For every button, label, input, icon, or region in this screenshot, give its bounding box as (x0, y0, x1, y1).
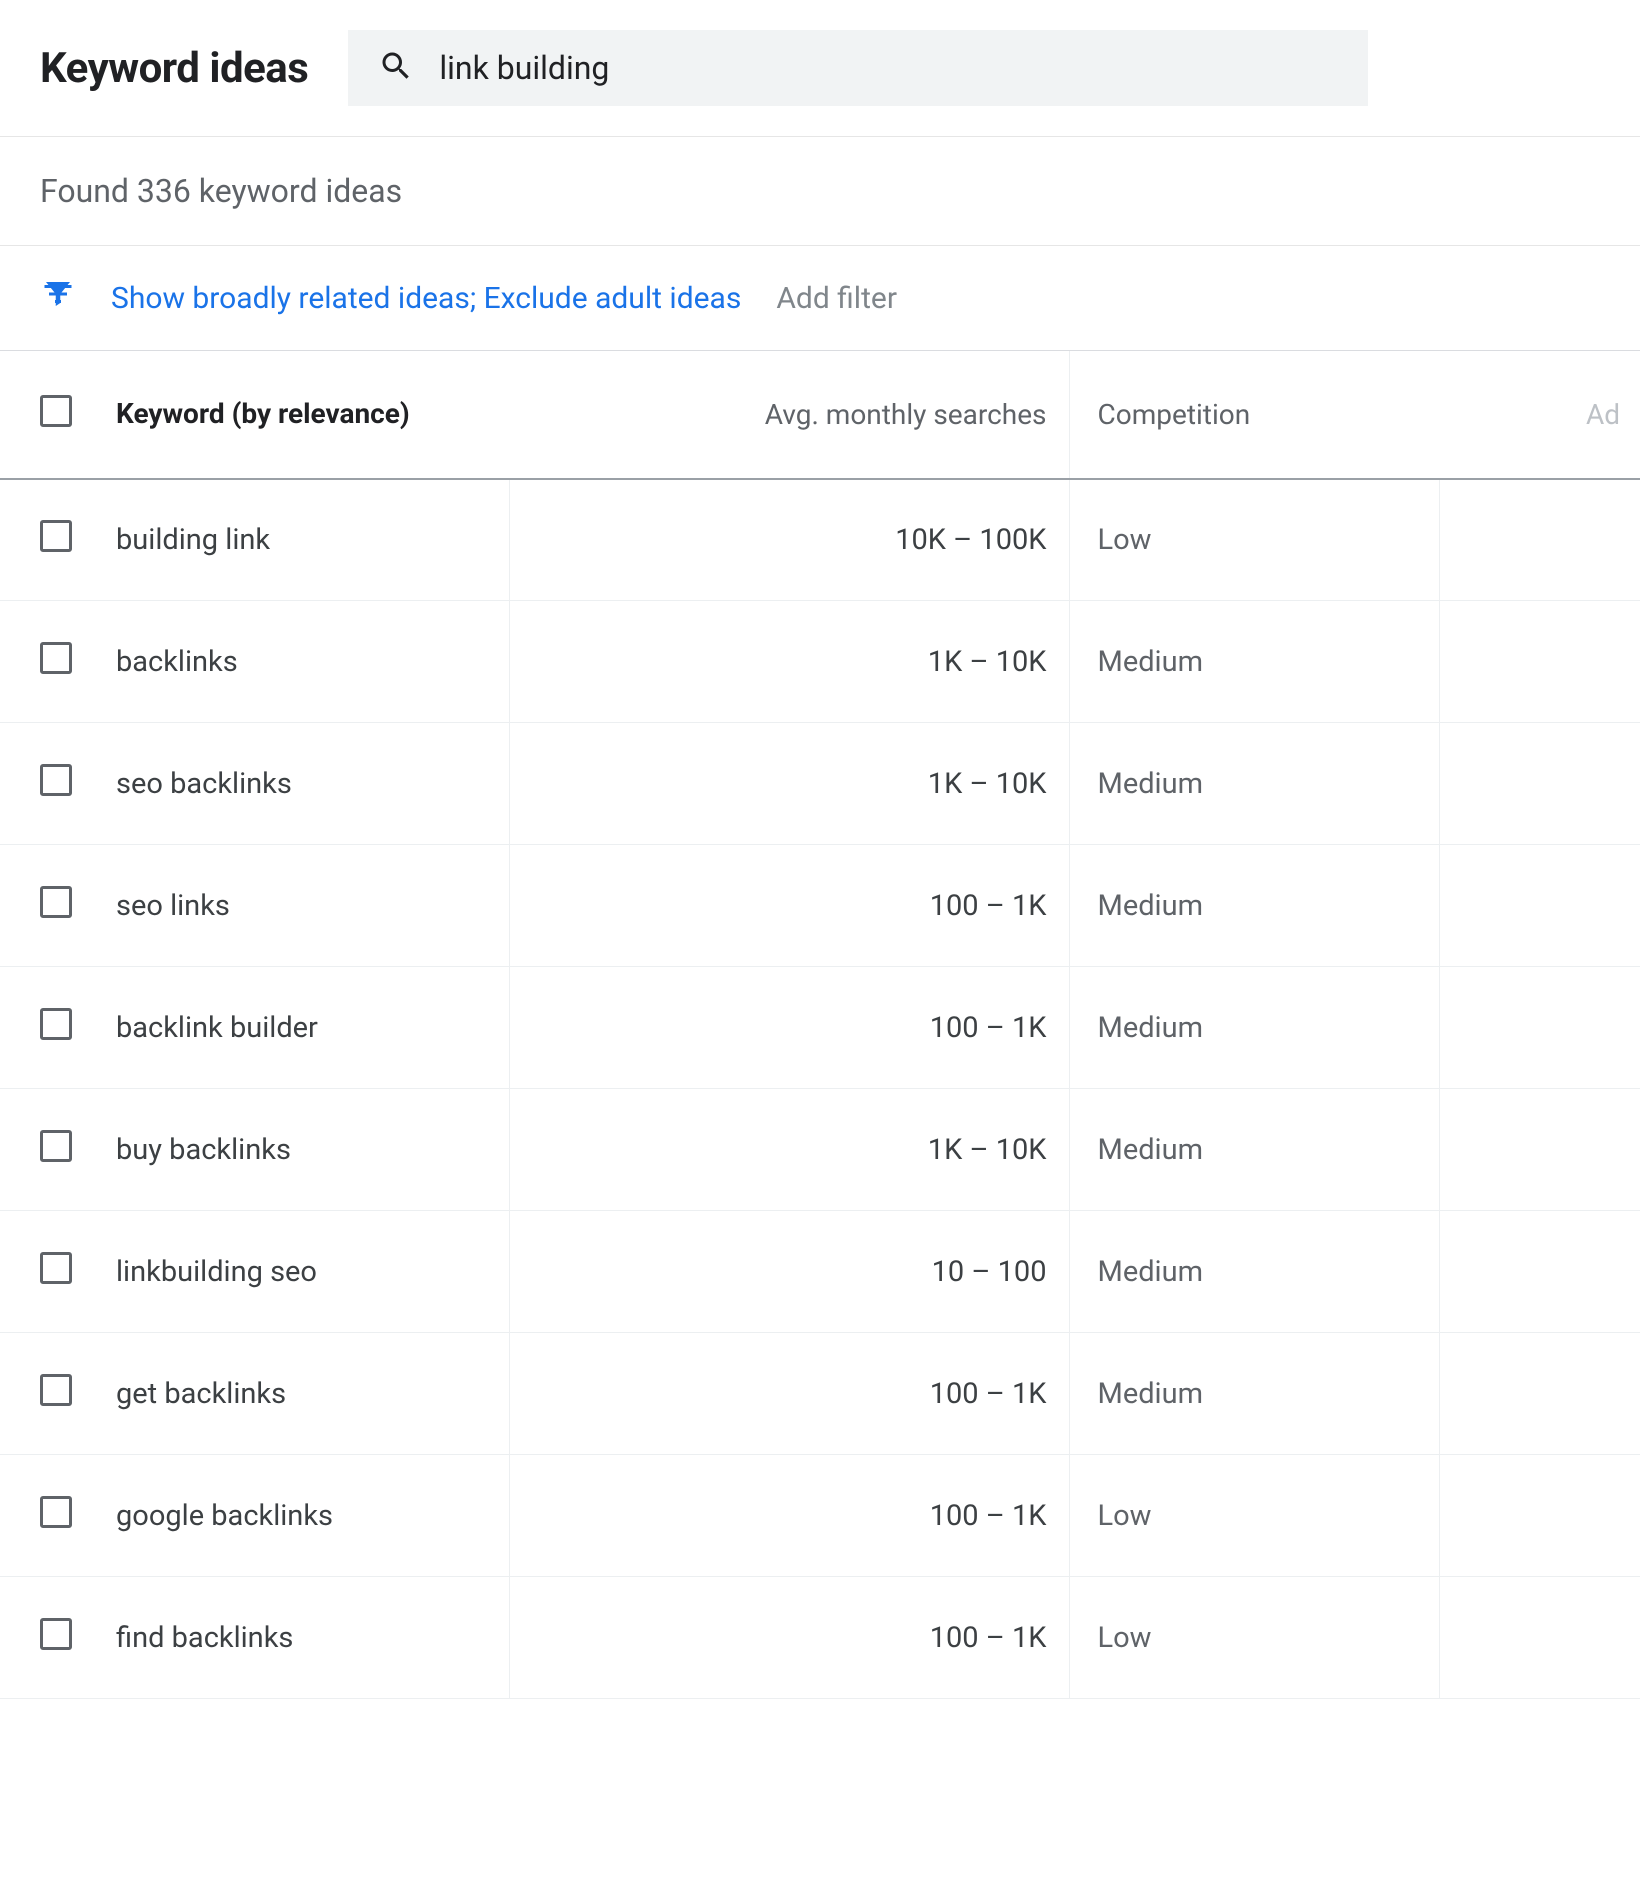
table-row: google backlinks100 – 1KLow (0, 1455, 1640, 1577)
table-row: building link10K – 100KLow (0, 479, 1640, 601)
keyword-table: Keyword (by relevance) Avg. monthly sear… (0, 350, 1640, 1699)
row-checkbox[interactable] (40, 1618, 72, 1650)
row-check-cell (0, 1577, 94, 1699)
select-all-header (0, 351, 94, 479)
row-check-cell (0, 479, 94, 601)
column-keyword[interactable]: Keyword (by relevance) (94, 351, 509, 479)
row-ad (1439, 601, 1640, 723)
row-avg-searches: 1K – 10K (509, 723, 1069, 845)
row-check-cell (0, 723, 94, 845)
page-title: Keyword ideas (40, 44, 308, 93)
row-check-cell (0, 1333, 94, 1455)
table-row: find backlinks100 – 1KLow (0, 1577, 1640, 1699)
row-ad (1439, 1577, 1640, 1699)
row-keyword: building link (94, 479, 509, 601)
row-keyword: buy backlinks (94, 1089, 509, 1211)
row-ad (1439, 479, 1640, 601)
row-avg-searches: 1K – 10K (509, 1089, 1069, 1211)
row-check-cell (0, 1089, 94, 1211)
row-competition: Medium (1069, 601, 1439, 723)
column-competition[interactable]: Competition (1069, 351, 1439, 479)
row-ad (1439, 723, 1640, 845)
row-checkbox[interactable] (40, 1374, 72, 1406)
row-competition: Low (1069, 1577, 1439, 1699)
row-keyword: backlink builder (94, 967, 509, 1089)
table-row: backlinks1K – 10KMedium (0, 601, 1640, 723)
select-all-checkbox[interactable] (40, 395, 72, 427)
row-competition: Medium (1069, 723, 1439, 845)
row-keyword: get backlinks (94, 1333, 509, 1455)
row-checkbox[interactable] (40, 520, 72, 552)
search-box[interactable] (348, 30, 1368, 106)
row-avg-searches: 10K – 100K (509, 479, 1069, 601)
row-checkbox[interactable] (40, 1130, 72, 1162)
row-avg-searches: 10 – 100 (509, 1211, 1069, 1333)
row-keyword: google backlinks (94, 1455, 509, 1577)
row-competition: Medium (1069, 1333, 1439, 1455)
row-check-cell (0, 1211, 94, 1333)
table-row: seo backlinks1K – 10KMedium (0, 723, 1640, 845)
row-avg-searches: 100 – 1K (509, 1577, 1069, 1699)
results-count: Found 336 keyword ideas (0, 137, 1640, 246)
table-header-row: Keyword (by relevance) Avg. monthly sear… (0, 351, 1640, 479)
row-check-cell (0, 601, 94, 723)
row-ad (1439, 967, 1640, 1089)
table-row: get backlinks100 – 1KMedium (0, 1333, 1640, 1455)
row-checkbox[interactable] (40, 1496, 72, 1528)
row-competition: Medium (1069, 1211, 1439, 1333)
row-ad (1439, 1211, 1640, 1333)
column-ad[interactable]: Ad (1439, 351, 1640, 479)
row-ad (1439, 1455, 1640, 1577)
add-filter-button[interactable]: Add filter (776, 281, 897, 316)
column-avg-searches[interactable]: Avg. monthly searches (509, 351, 1069, 479)
row-checkbox[interactable] (40, 886, 72, 918)
row-keyword: linkbuilding seo (94, 1211, 509, 1333)
row-competition: Low (1069, 1455, 1439, 1577)
row-ad (1439, 1089, 1640, 1211)
row-checkbox[interactable] (40, 1008, 72, 1040)
row-ad (1439, 845, 1640, 967)
row-checkbox[interactable] (40, 764, 72, 796)
row-checkbox[interactable] (40, 1252, 72, 1284)
row-keyword: backlinks (94, 601, 509, 723)
table-row: seo links100 – 1KMedium (0, 845, 1640, 967)
row-check-cell (0, 967, 94, 1089)
row-avg-searches: 100 – 1K (509, 1333, 1069, 1455)
row-competition: Medium (1069, 1089, 1439, 1211)
row-checkbox[interactable] (40, 642, 72, 674)
row-keyword: find backlinks (94, 1577, 509, 1699)
table-row: linkbuilding seo10 – 100Medium (0, 1211, 1640, 1333)
filter-bar: Show broadly related ideas; Exclude adul… (0, 246, 1640, 350)
row-avg-searches: 100 – 1K (509, 967, 1069, 1089)
row-avg-searches: 1K – 10K (509, 601, 1069, 723)
row-competition: Medium (1069, 845, 1439, 967)
header: Keyword ideas (0, 0, 1640, 136)
row-ad (1439, 1333, 1640, 1455)
row-keyword: seo backlinks (94, 723, 509, 845)
applied-filters-link[interactable]: Show broadly related ideas; Exclude adul… (111, 281, 741, 316)
table-row: buy backlinks1K – 10KMedium (0, 1089, 1640, 1211)
row-competition: Low (1069, 479, 1439, 601)
row-avg-searches: 100 – 1K (509, 1455, 1069, 1577)
row-competition: Medium (1069, 967, 1439, 1089)
row-avg-searches: 100 – 1K (509, 845, 1069, 967)
row-check-cell (0, 1455, 94, 1577)
row-check-cell (0, 845, 94, 967)
row-keyword: seo links (94, 845, 509, 967)
filter-icon[interactable] (40, 276, 76, 320)
table-row: backlink builder100 – 1KMedium (0, 967, 1640, 1089)
search-input[interactable] (439, 49, 1338, 87)
search-icon (378, 48, 414, 88)
